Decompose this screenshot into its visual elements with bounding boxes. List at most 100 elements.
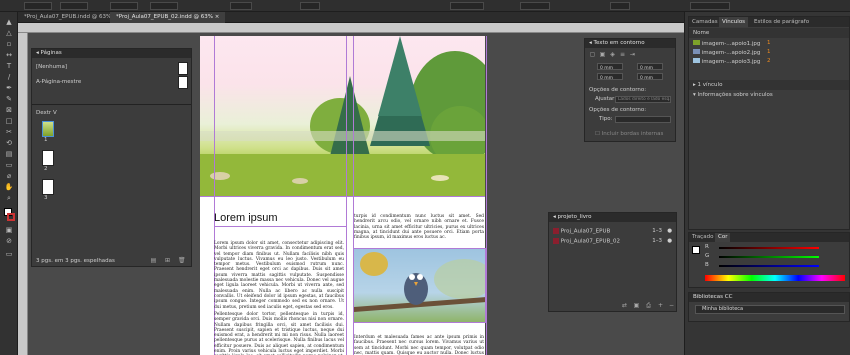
page-number-3: 3 — [44, 195, 48, 201]
master-a-row[interactable]: A-Página-mestre — [32, 77, 191, 87]
master-none-row[interactable]: [Nenhuma] — [32, 62, 191, 72]
print-book-icon[interactable]: ⎙ — [645, 302, 652, 309]
fx-button[interactable] — [610, 2, 630, 10]
bird-illustration — [354, 252, 485, 312]
book-panel: ◂ projeto_livro Proj_Aula07_EPUB 1–3 ● P… — [548, 212, 677, 312]
text-wrap-title[interactable]: ◂ Texto em contorno — [585, 39, 675, 48]
delete-page-icon[interactable]: 🗑 — [178, 257, 186, 264]
cc-libraries-title[interactable]: Bibliotecas CC — [689, 293, 849, 302]
type-tool-icon[interactable]: T — [4, 62, 14, 71]
b-slider[interactable] — [719, 265, 819, 267]
note-tool-icon[interactable]: ▭ — [4, 161, 14, 170]
scissors-tool-icon[interactable]: ✂ — [4, 128, 14, 137]
selection-tool-icon[interactable]: ▲ — [4, 18, 14, 27]
apply-none-icon[interactable]: ⊘ — [4, 237, 14, 246]
rectangle-tool-icon[interactable]: □ — [4, 117, 14, 126]
book-panel-title[interactable]: ◂ projeto_livro — [549, 213, 676, 222]
document-tabs: *Proj_Aula07_EPUB.indd @ 63% × *Proj_Aul… — [18, 12, 684, 23]
rectangle-frame-tool-icon[interactable]: ⊠ — [4, 106, 14, 115]
w-field[interactable] — [110, 2, 138, 10]
column1-paragraph2[interactable]: Pellentesque dolor tortor, pellentesque … — [214, 312, 344, 355]
stroke-weight-field[interactable] — [450, 2, 484, 10]
new-page-icon[interactable]: ⊞ — [164, 257, 171, 264]
add-document-icon[interactable]: + — [657, 302, 664, 309]
document-page[interactable]: Lorem ipsum Lorem ipsum dolor sit amet, … — [200, 36, 487, 355]
zoom-tool-icon[interactable]: ⌕ — [4, 194, 14, 203]
g-slider[interactable] — [719, 256, 819, 258]
rotate-field[interactable] — [300, 2, 320, 10]
include-edges-checkbox[interactable]: ☐ Incluir bordas internas — [591, 129, 675, 139]
direct-selection-tool-icon[interactable]: △ — [4, 29, 14, 38]
r-slider[interactable] — [719, 247, 819, 249]
page-thumbnail-2[interactable] — [42, 150, 54, 166]
line-tool-icon[interactable]: / — [4, 73, 14, 82]
contour-type-select[interactable] — [615, 116, 671, 123]
top-offset-field[interactable]: 0 mm — [597, 63, 623, 71]
fill-color-swatch[interactable] — [692, 246, 700, 254]
forest-illustration — [200, 36, 485, 196]
tab-document-1[interactable]: *Proj_Aula07_EPUB.indd @ 63% × — [18, 12, 124, 23]
toolbox: ▲ △ ▫ ↔ T / ✒ ✎ ⊠ □ ✂ ⟲ ▤ ▭ ⌀ ✋ ⌕ ▣ ⊘ ▭ — [0, 12, 18, 355]
horizontal-ruler[interactable] — [18, 23, 684, 33]
h-field[interactable] — [150, 2, 178, 10]
gradient-tool-icon[interactable]: ▤ — [4, 150, 14, 159]
page-size-icon[interactable]: ▤ — [150, 257, 157, 264]
bird-image[interactable] — [353, 248, 486, 323]
wrap-bounding-box-icon[interactable]: ▣ — [599, 51, 606, 58]
eyedropper-tool-icon[interactable]: ⌀ — [4, 172, 14, 181]
links-header-name[interactable]: Nome — [689, 28, 849, 38]
save-book-icon[interactable]: ▣ — [633, 302, 640, 309]
book-item-1[interactable]: Proj_Aula07_EPUB 1–3 ● — [549, 226, 676, 236]
hero-image[interactable] — [200, 36, 485, 196]
no-wrap-icon[interactable]: ▢ — [589, 51, 596, 58]
y-field[interactable] — [60, 2, 88, 10]
pencil-tool-icon[interactable]: ✎ — [4, 95, 14, 104]
tab-color[interactable]: Cor — [715, 233, 731, 242]
sync-icon[interactable]: ⇄ — [621, 302, 628, 309]
status-dot-icon: ● — [667, 238, 672, 244]
pen-tool-icon[interactable]: ✒ — [4, 84, 14, 93]
color-panel: Traçado Cor R G B — [688, 232, 850, 288]
hand-tool-icon[interactable]: ✋ — [4, 183, 14, 192]
library-select[interactable]: Minha biblioteca — [695, 305, 845, 314]
left-offset-field[interactable]: 0 mm — [637, 63, 663, 71]
x-field[interactable] — [24, 2, 52, 10]
section-label: Dextr V — [36, 110, 57, 116]
column1-paragraph1[interactable]: Lorem ipsum dolor sit amet, consectetur … — [214, 241, 344, 310]
jump-object-icon[interactable]: ≡ — [619, 51, 626, 58]
scale-field[interactable] — [230, 2, 252, 10]
link-item-3[interactable]: imagem-...apoio3.jpg 2 — [689, 56, 849, 66]
gap-tool-icon[interactable]: ↔ — [4, 51, 14, 60]
color-ramp[interactable] — [705, 275, 845, 281]
tab-paragraph-styles[interactable]: Estilos de parágrafo — [751, 17, 812, 27]
jump-next-column-icon[interactable]: ⇥ — [629, 51, 636, 58]
link-info-header[interactable]: ▾ Informações sobre vínculos — [689, 90, 849, 100]
tab-links[interactable]: Vínculos — [719, 17, 749, 27]
right-offset-field[interactable]: 0 mm — [637, 73, 663, 81]
tab-document-2[interactable]: *Proj_Aula07_EPUB_02.indd @ 63% × — [110, 12, 226, 23]
page-thumbnail-3[interactable] — [42, 179, 54, 195]
page-tool-icon[interactable]: ▫ — [4, 40, 14, 49]
column2-paragraph1[interactable]: turpis id condimentum nunc luctus sit am… — [354, 214, 484, 240]
pages-panel-title[interactable]: ◂ Páginas — [32, 49, 191, 58]
image-thumb-icon — [693, 40, 700, 45]
book-item-2[interactable]: Proj_Aula07_EPUB_02 1–3 ● — [549, 236, 676, 246]
opacity-field[interactable] — [520, 2, 550, 10]
bottom-offset-field[interactable]: 0 mm — [597, 73, 623, 81]
remove-document-icon[interactable]: − — [668, 302, 675, 309]
wrap-object-shape-icon[interactable]: ◈ — [609, 51, 616, 58]
tab-layers[interactable]: Camadas — [689, 17, 721, 27]
image-thumb-icon — [693, 49, 700, 54]
column2-paragraph2[interactable]: Interdum et malesuada fames ac ante ipsu… — [354, 335, 484, 355]
tab-stroke[interactable]: Traçado — [689, 233, 716, 242]
page-thumbnail-1[interactable] — [42, 121, 54, 137]
page-heading[interactable]: Lorem ipsum — [214, 212, 278, 224]
vertical-ruler[interactable] — [18, 33, 28, 355]
screen-mode-icon[interactable]: ▭ — [4, 250, 14, 259]
free-transform-tool-icon[interactable]: ⟲ — [4, 139, 14, 148]
indesign-doc-icon — [553, 238, 559, 244]
workspace-switcher[interactable] — [690, 2, 730, 10]
stroke-swatch-icon[interactable] — [7, 213, 15, 221]
wrap-to-select[interactable]: Lados direito e lado esq... — [615, 96, 671, 103]
formatting-container-icon[interactable]: ▣ — [4, 226, 14, 235]
